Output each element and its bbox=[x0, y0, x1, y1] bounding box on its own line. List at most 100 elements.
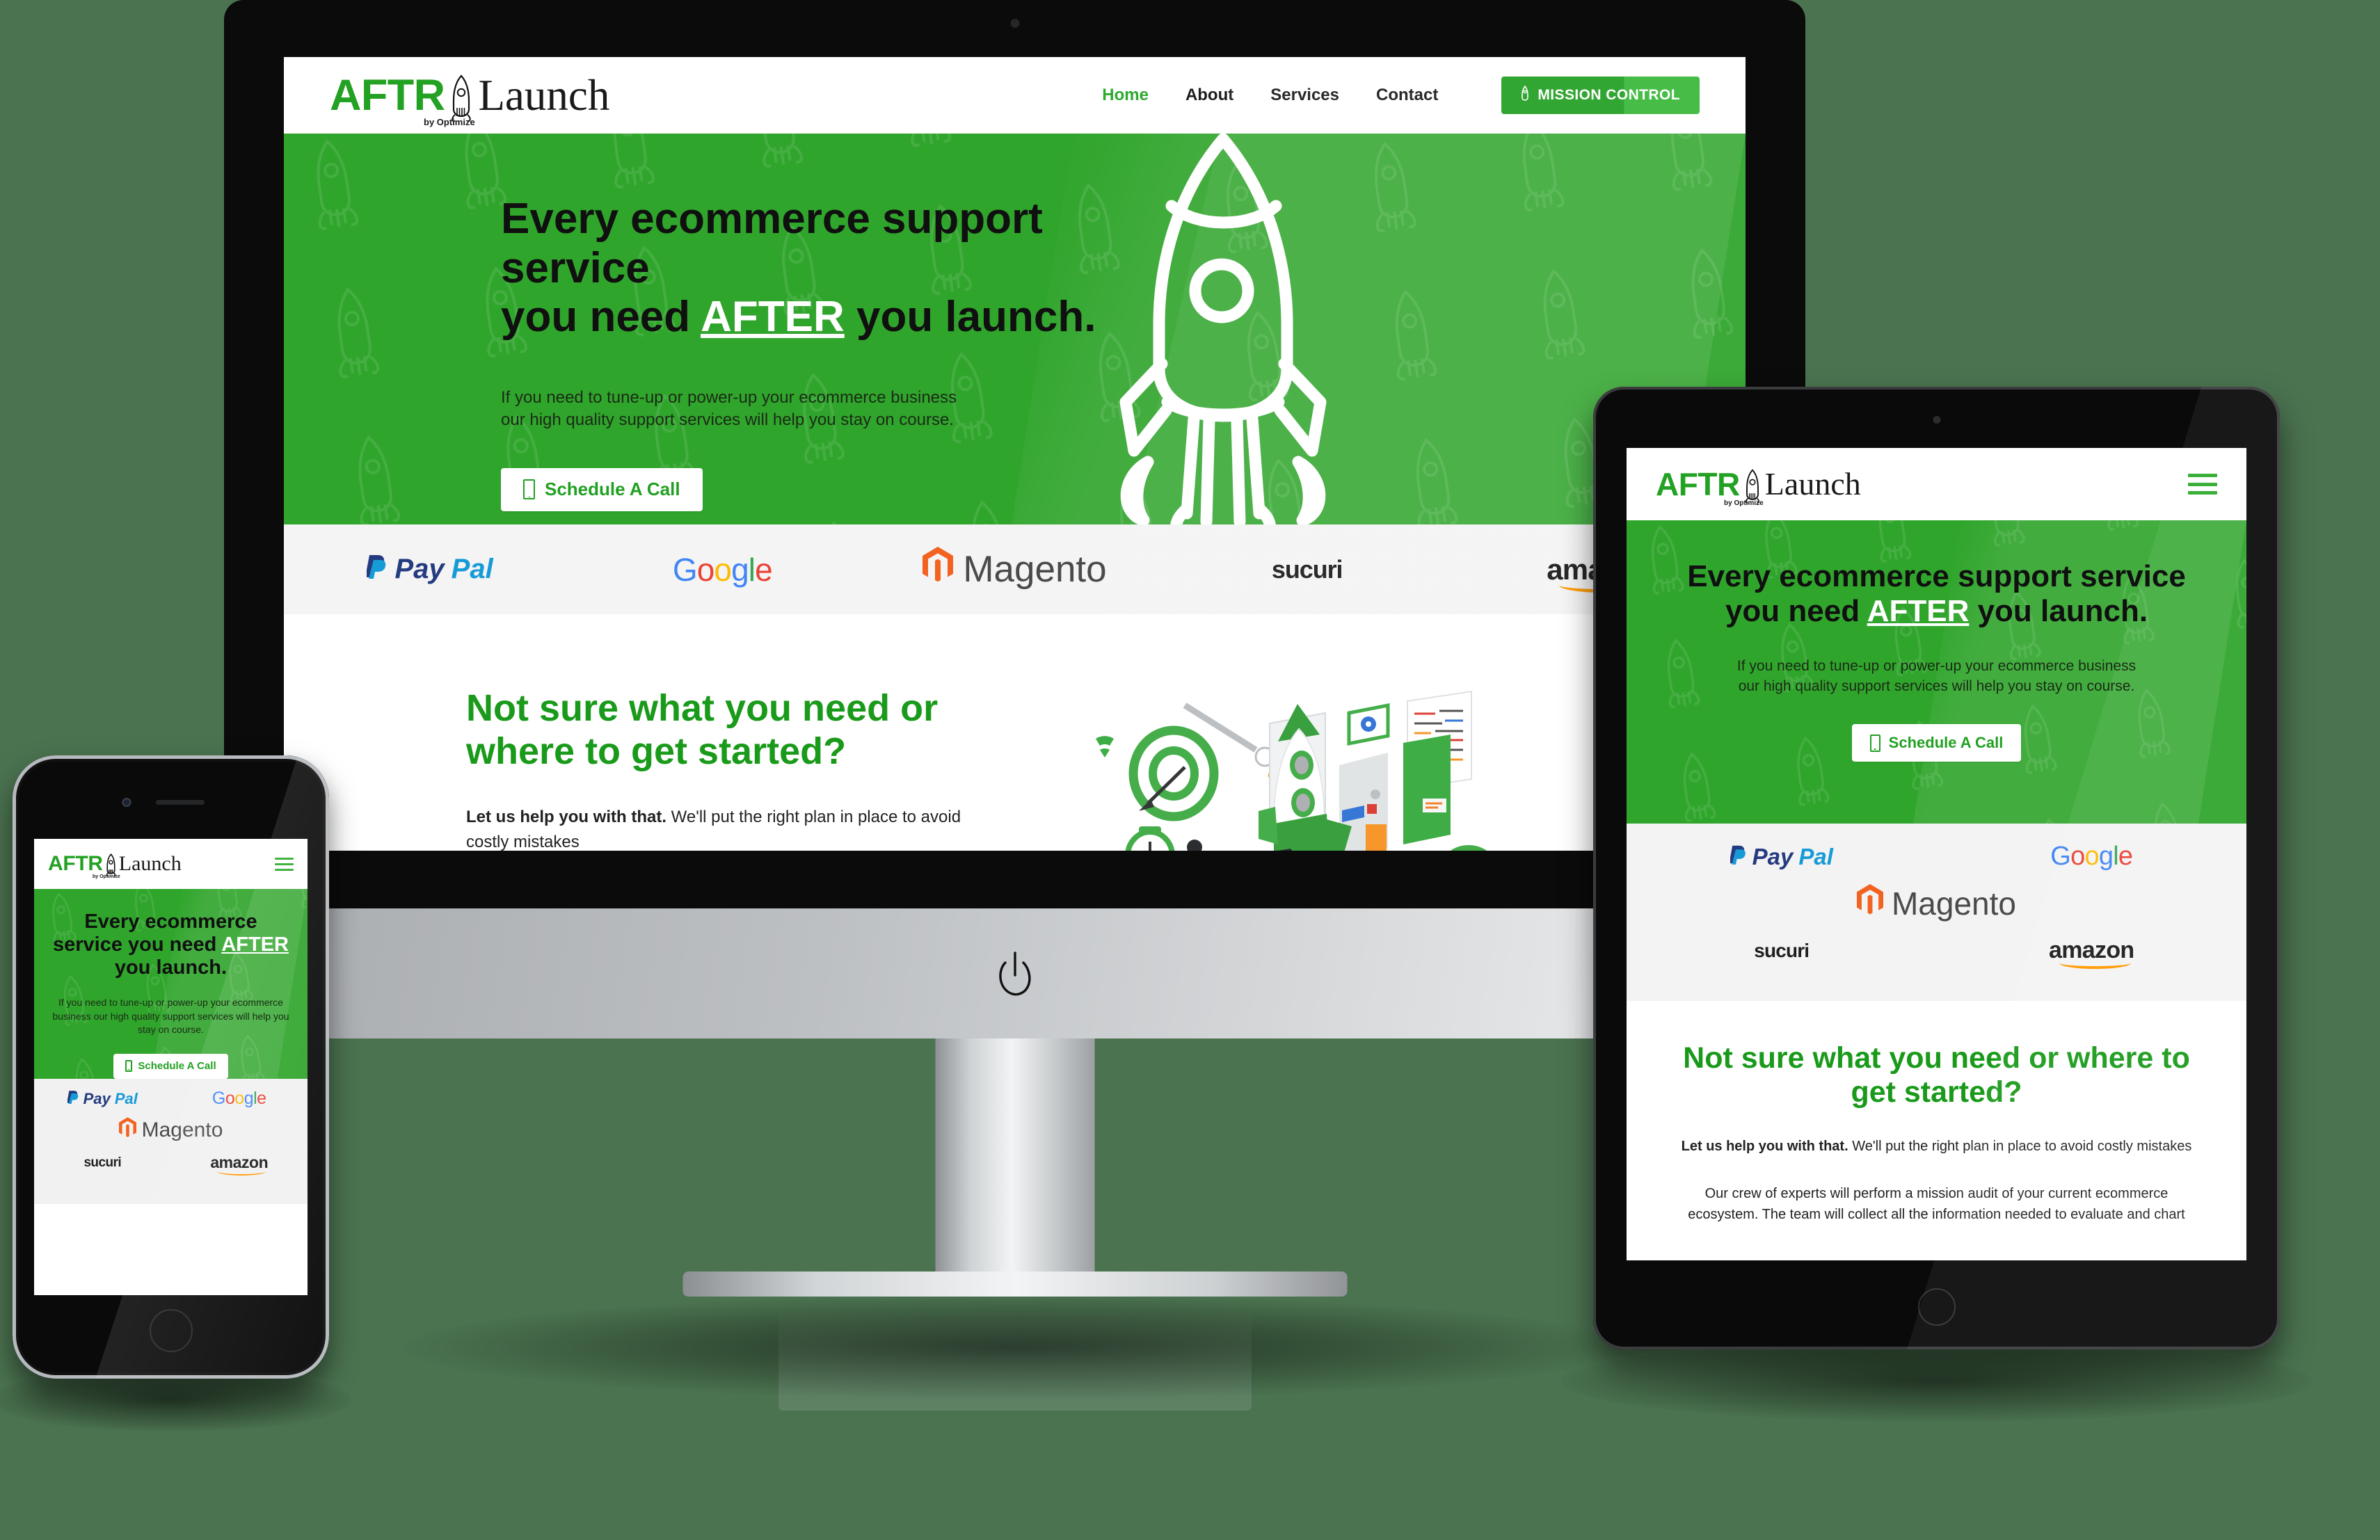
iphone-home-button[interactable] bbox=[149, 1309, 193, 1352]
main-navigation: Home About Services Contact bbox=[1102, 86, 1438, 105]
site-logo[interactable]: AFTR Launch by Optimize bbox=[48, 852, 182, 880]
hero-headline-emphasis: AFTER bbox=[1867, 594, 1970, 629]
schedule-a-call-label: Schedule A Call bbox=[1888, 734, 2004, 751]
content-paragraph-1-bold: Let us help you with that. bbox=[466, 808, 666, 827]
site-logo[interactable]: AFTR Launch by Optimize bbox=[1656, 466, 1861, 507]
hero-section-mobile: Every ecommerce service you need AFTER y… bbox=[34, 889, 308, 1079]
ipad-camera-icon bbox=[1933, 416, 1940, 424]
logo-byline: by Optimize bbox=[93, 874, 120, 879]
hero-subtext: If you need to tune-up or power-up your … bbox=[52, 997, 289, 1036]
imac-reflection bbox=[778, 1306, 1252, 1411]
partner-logo-sucuri: sucuri bbox=[1161, 555, 1453, 584]
rocket-icon bbox=[446, 74, 477, 122]
schedule-a-call-button[interactable]: Schedule A Call bbox=[501, 467, 703, 511]
google-letter-o1: o bbox=[225, 1089, 235, 1108]
hero-headline: Every ecommerce support service you need… bbox=[501, 195, 1197, 342]
imac-stand-foot bbox=[682, 1272, 1347, 1297]
iphone-bezel: AFTR Launch by Optimize Every ecommerce … bbox=[13, 755, 329, 1379]
hero-subtext-line2: our high quality support services will h… bbox=[1738, 677, 2135, 694]
rocket-icon bbox=[1521, 85, 1529, 105]
google-letter-e: e bbox=[755, 551, 773, 588]
schedule-a-call-button[interactable]: Schedule A Call bbox=[1851, 724, 2022, 762]
iphone-speaker-icon bbox=[156, 800, 205, 805]
schedule-a-call-button[interactable]: Schedule A Call bbox=[113, 1053, 228, 1079]
hero-subtext-line1: If you need to tune-up or power-up your … bbox=[501, 388, 957, 408]
hero-headline-line2-pre: you need bbox=[501, 293, 701, 342]
amazon-label: amazon bbox=[210, 1153, 269, 1171]
partner-logo-strip-desktop: Pay Pal Google Magento sucuri bbox=[284, 524, 1746, 614]
hero-subtext-line1: If you need to tune-up or power-up your … bbox=[1736, 658, 2137, 675]
site-logo[interactable]: AFTR Launch by Optimize bbox=[330, 70, 610, 127]
google-letter-l: l bbox=[2113, 842, 2118, 871]
partner-logo-paypal: Pay Pal bbox=[1627, 844, 1937, 870]
partner-logo-paypal: Pay Pal bbox=[284, 554, 576, 586]
iphone-screen: AFTR Launch by Optimize Every ecommerce … bbox=[34, 839, 308, 1295]
partner-logo-amazon: amazon bbox=[1937, 937, 2247, 970]
content-paragraph-1: Let us help you with that. We'll put the… bbox=[466, 805, 981, 851]
hamburger-menu-icon[interactable] bbox=[275, 857, 294, 871]
content-section-desktop: Not sure what you need or where to get s… bbox=[284, 614, 1746, 851]
content-heading: Not sure what you need or where to get s… bbox=[1683, 1041, 2190, 1109]
ipad-screen: AFTR Launch by Optimize Every ecommerce … bbox=[1627, 448, 2246, 1260]
hero-section-desktop: Every ecommerce support service you need… bbox=[284, 134, 1746, 524]
google-letter-e: e bbox=[2118, 842, 2133, 871]
google-letter-g1: G bbox=[211, 1089, 225, 1108]
partner-logo-magento: Magento bbox=[34, 1117, 308, 1144]
google-letter-g2: g bbox=[731, 551, 749, 588]
content-heading-line1: Not sure what you need or bbox=[466, 687, 939, 729]
magento-icon bbox=[118, 1117, 136, 1144]
partner-logo-google: Google bbox=[1937, 842, 2247, 872]
site-header-mobile: AFTR Launch by Optimize bbox=[34, 839, 308, 889]
paypal-icon bbox=[365, 554, 388, 586]
iphone-camera-icon bbox=[122, 798, 131, 807]
magento-icon bbox=[923, 547, 954, 592]
content-paragraph-1-rest: We'll put the right plan in place to avo… bbox=[1848, 1139, 2192, 1155]
magento-label: Magento bbox=[963, 549, 1107, 590]
sucuri-label: sucuri bbox=[1271, 554, 1343, 584]
website-tablet: AFTR Launch by Optimize Every ecommerce … bbox=[1627, 448, 2246, 1260]
mobile-phone-icon bbox=[125, 1060, 133, 1073]
hero-subtext-line2: our high quality support services will h… bbox=[501, 410, 954, 430]
mockup-scene: AFTR Launch by Optimize Home About Servi… bbox=[0, 0, 2380, 1540]
nav-item-services[interactable]: Services bbox=[1270, 86, 1339, 105]
device-iphone-mobile: AFTR Launch by Optimize Every ecommerce … bbox=[0, 755, 352, 1431]
rocket-icon bbox=[104, 853, 118, 876]
sucuri-label: sucuri bbox=[1754, 939, 1810, 961]
google-letter-e: e bbox=[257, 1089, 266, 1108]
nav-item-contact[interactable]: Contact bbox=[1376, 86, 1438, 105]
paypal-icon bbox=[1729, 844, 1747, 870]
amazon-label: amazon bbox=[2048, 937, 2134, 963]
ipad-shadow bbox=[1560, 1341, 2313, 1422]
content-heading-line2: where to get started? bbox=[466, 730, 847, 772]
logo-text-launch: Launch bbox=[478, 70, 610, 120]
hero-headline-line2-post: you launch. bbox=[844, 293, 1096, 342]
partner-logo-magento: Magento bbox=[868, 547, 1160, 592]
magento-label: Magento bbox=[1891, 885, 2016, 922]
partner-logo-magento: Magento bbox=[1627, 884, 2246, 923]
partner-logo-google: Google bbox=[171, 1089, 308, 1109]
content-paragraph-2: Our crew of experts will perform a missi… bbox=[1688, 1186, 2185, 1223]
hero-subtext: If you need to tune-up or power-up your … bbox=[501, 387, 1030, 432]
google-letter-o2: o bbox=[234, 1089, 244, 1108]
sucuri-label: sucuri bbox=[83, 1155, 122, 1170]
content-paragraph-1-bold: Let us help you with that. bbox=[1681, 1139, 1848, 1155]
imac-screen: AFTR Launch by Optimize Home About Servi… bbox=[284, 57, 1746, 851]
mission-control-button[interactable]: MISSION CONTROL bbox=[1501, 77, 1700, 114]
logo-text-aftr: AFTR bbox=[48, 852, 103, 875]
logo-text-aftr: AFTR bbox=[1656, 466, 1740, 502]
schedule-a-call-label: Schedule A Call bbox=[138, 1060, 216, 1073]
power-symbol-logo bbox=[996, 952, 1035, 1002]
hero-subtext: If you need to tune-up or power-up your … bbox=[1657, 657, 2216, 696]
mobile-phone-icon bbox=[1869, 734, 1880, 752]
imac-stand-neck bbox=[935, 1038, 1094, 1272]
partner-logo-sucuri: sucuri bbox=[1627, 940, 1937, 962]
logo-text-launch: Launch bbox=[118, 852, 182, 875]
ipad-home-button[interactable] bbox=[1917, 1288, 1956, 1326]
hero-headline: Every ecommerce service you need AFTER y… bbox=[48, 889, 294, 979]
nav-item-about[interactable]: About bbox=[1185, 86, 1233, 105]
nav-item-home[interactable]: Home bbox=[1102, 86, 1149, 105]
hamburger-menu-icon[interactable] bbox=[2188, 474, 2217, 495]
hero-section-tablet: Every ecommerce support service you need… bbox=[1627, 520, 2246, 824]
content-paragraph-1: Let us help you with that. We'll put the… bbox=[1668, 1136, 2205, 1157]
content-section-tablet: Not sure what you need or where to get s… bbox=[1627, 1001, 2246, 1225]
